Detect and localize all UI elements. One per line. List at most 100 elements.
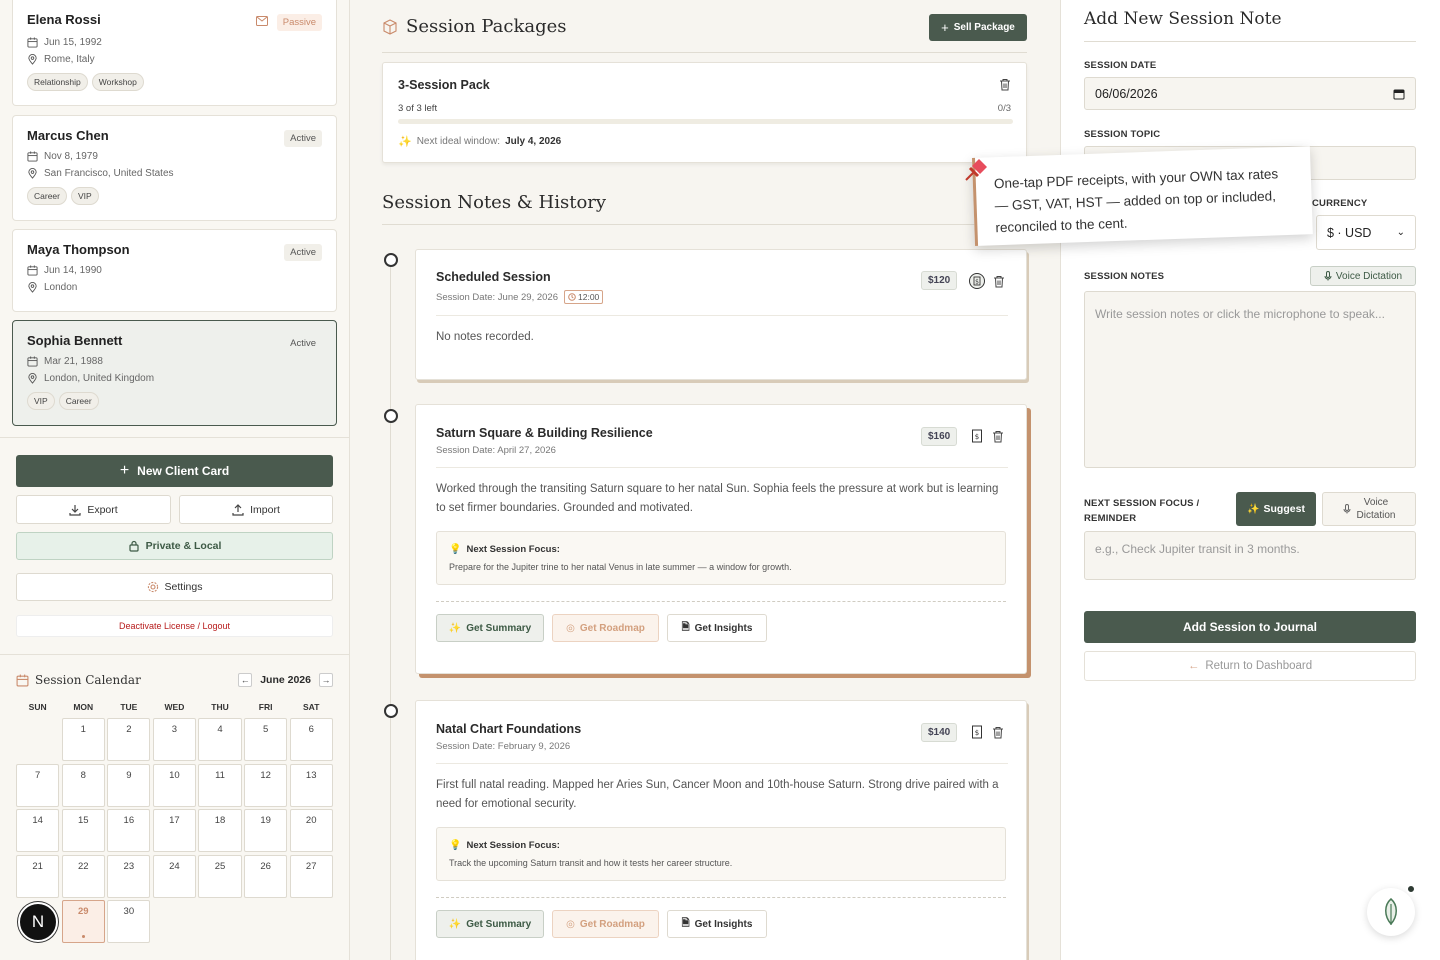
calendar-day[interactable]: 30 xyxy=(107,900,151,944)
calendar-day[interactable]: 26 xyxy=(243,854,288,898)
session-form-panel xyxy=(1060,0,1440,960)
currency-select[interactable]: $ · USD ⌄ xyxy=(1316,215,1416,250)
client-tags: Career VIP xyxy=(27,187,322,205)
n-avatar-badge[interactable]: N xyxy=(18,902,58,942)
weekday-label: TUE xyxy=(120,702,138,712)
session-title: Natal Chart Foundations xyxy=(436,722,582,736)
calendar-day[interactable]: 18 xyxy=(198,809,242,853)
lightbulb-icon: 💡 xyxy=(449,840,462,851)
calendar-day[interactable]: 11 xyxy=(198,763,242,807)
trash-icon[interactable] xyxy=(993,275,1005,288)
client-card-sophia[interactable]: Sophia Bennett Active Mar 21, 1988 Londo… xyxy=(12,320,337,426)
calendar-icon[interactable] xyxy=(1393,88,1405,100)
add-session-button[interactable]: Add Session to Journal xyxy=(1084,611,1416,643)
gear-icon xyxy=(147,581,158,593)
calendar-day[interactable]: 25 xyxy=(198,854,242,898)
timeline-dot xyxy=(384,409,398,423)
get-insights-button[interactable]: 🗎 Get Insights xyxy=(667,910,767,938)
download-icon xyxy=(69,504,81,516)
sell-package-button[interactable]: + Sell Package xyxy=(929,14,1027,41)
calendar-day[interactable]: 9 xyxy=(107,763,151,807)
receipt-icon[interactable]: $ xyxy=(969,273,985,289)
leaf-assistant-button[interactable] xyxy=(1367,888,1415,936)
settings-button[interactable]: Settings xyxy=(16,573,333,601)
import-button[interactable]: Import xyxy=(179,495,333,524)
voice-dictation-button[interactable]: Voice Dictation xyxy=(1322,492,1416,526)
session-card-natal[interactable]: Natal Chart Foundations Session Date: Fe… xyxy=(415,700,1027,960)
get-summary-button[interactable]: ✨ Get Summary xyxy=(436,910,544,938)
session-date-label: SESSION DATE xyxy=(1084,60,1157,71)
calendar-day[interactable]: 3 xyxy=(152,718,197,761)
calendar-day[interactable]: 5 xyxy=(243,718,288,761)
calendar-day[interactable]: 2 xyxy=(107,718,151,761)
sparkle-icon: ✨ xyxy=(448,622,462,634)
calendar-day[interactable]: 19 xyxy=(243,809,288,853)
session-card-saturn[interactable]: Saturn Square & Building Resilience Sess… xyxy=(415,404,1027,674)
client-name: Marcus Chen xyxy=(27,128,109,143)
calendar-day[interactable]: 17 xyxy=(152,809,197,853)
mail-icon[interactable] xyxy=(256,16,268,26)
calendar-icon xyxy=(27,356,38,367)
return-dashboard-button[interactable]: ← Return to Dashboard xyxy=(1084,651,1416,681)
suggest-button[interactable]: ✨ Suggest xyxy=(1236,492,1316,526)
weekday-label: SAT xyxy=(303,702,320,712)
export-button[interactable]: Export xyxy=(16,495,171,524)
calendar-day[interactable]: 10 xyxy=(152,763,197,807)
calendar-day[interactable]: 16 xyxy=(107,809,151,853)
calendar-day[interactable]: 27 xyxy=(289,854,333,898)
dashed-divider xyxy=(436,601,1006,602)
calendar-day[interactable]: 22 xyxy=(61,854,105,898)
lightbulb-icon: 💡 xyxy=(449,544,462,555)
voice-dictation-button[interactable]: Voice Dictation xyxy=(1310,266,1416,286)
private-local-button[interactable]: Private & Local xyxy=(16,532,333,560)
leaf-icon xyxy=(1385,898,1397,926)
calendar-day[interactable]: 8 xyxy=(61,763,105,807)
session-date-input[interactable]: 06/06/2026 xyxy=(1084,77,1416,110)
calendar-day[interactable]: 12 xyxy=(243,763,288,807)
calendar-day[interactable]: 20 xyxy=(289,809,333,853)
calendar-day[interactable]: 4 xyxy=(198,718,242,761)
calendar-day[interactable]: 14 xyxy=(16,809,60,853)
session-card-scheduled[interactable]: Scheduled Session Session Date: June 29,… xyxy=(415,249,1027,380)
trash-icon[interactable] xyxy=(999,78,1011,91)
calendar-day[interactable]: 23 xyxy=(107,854,151,898)
tag: Career xyxy=(27,187,67,205)
client-card-elena[interactable]: Elena Rossi Passive Jun 15, 1992 Rome, I… xyxy=(12,0,337,106)
client-card-marcus[interactable]: Marcus Chen Active Nov 8, 1979 San Franc… xyxy=(12,115,337,221)
location-pin-icon xyxy=(28,373,37,384)
calendar-icon xyxy=(27,265,38,276)
next-month-button[interactable]: → xyxy=(319,673,333,687)
calendar-day[interactable]: 6 xyxy=(289,718,333,761)
calendar-day[interactable]: 7 xyxy=(16,763,60,807)
prev-month-button[interactable]: ← xyxy=(238,673,253,687)
calendar-day[interactable]: 24 xyxy=(152,854,197,898)
package-progress-bar xyxy=(398,119,1013,124)
calendar-day[interactable]: 29 xyxy=(61,900,105,944)
get-summary-button[interactable]: ✨ Get Summary xyxy=(436,614,544,642)
weekday-label: THU xyxy=(211,702,229,712)
new-client-button[interactable]: + New Client Card xyxy=(16,455,333,487)
calendar-day[interactable]: 21 xyxy=(16,854,60,898)
session-notes-textarea[interactable]: Write session notes or click the microph… xyxy=(1084,291,1416,468)
receipt-icon[interactable]: $ xyxy=(971,725,983,739)
session-notes: No notes recorded. xyxy=(436,331,534,343)
next-focus-input[interactable]: e.g., Check Jupiter transit in 3 months. xyxy=(1084,531,1416,580)
trash-icon[interactable] xyxy=(992,430,1004,443)
get-roadmap-button[interactable]: ◎ Get Roadmap xyxy=(552,614,659,642)
tag: Workshop xyxy=(91,73,144,91)
document-icon: 🗎 xyxy=(681,917,690,929)
microphone-icon xyxy=(1343,504,1351,514)
birth-date: Jun 14, 1990 xyxy=(27,265,322,276)
calendar-day[interactable]: 1 xyxy=(61,718,105,761)
receipt-icon[interactable]: $ xyxy=(971,429,983,443)
package-card: 3-Session Pack 3 of 3 left 0/3 ✨ Next id… xyxy=(382,62,1027,163)
client-card-maya[interactable]: Maya Thompson Active Jun 14, 1990 London xyxy=(12,229,337,312)
get-insights-button[interactable]: 🗎 Get Insights xyxy=(667,614,767,642)
calendar-day[interactable]: 13 xyxy=(289,763,333,807)
get-roadmap-button[interactable]: ◎ Get Roadmap xyxy=(552,910,659,938)
sparkle-icon: ✨ xyxy=(398,136,412,148)
lock-icon xyxy=(128,540,139,552)
logout-link[interactable]: Deactivate License / Logout xyxy=(16,615,333,637)
calendar-day[interactable]: 15 xyxy=(61,809,105,853)
trash-icon[interactable] xyxy=(992,726,1004,739)
